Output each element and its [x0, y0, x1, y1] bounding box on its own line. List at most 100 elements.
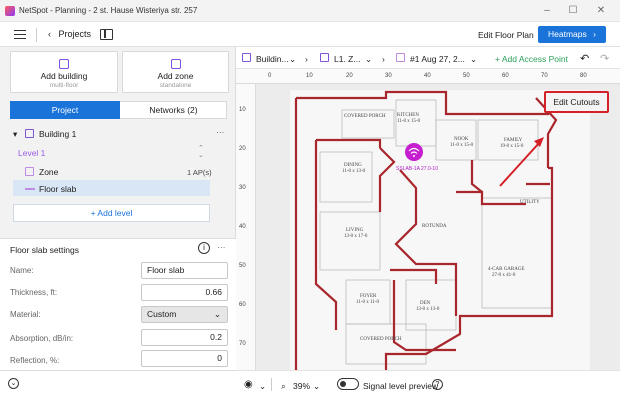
- room-label: COVERED PORCH: [360, 337, 402, 342]
- ruler-x-tick: 30: [385, 73, 392, 79]
- ruler-x-tick: 40: [424, 73, 431, 79]
- more-options-icon[interactable]: ···: [216, 127, 225, 137]
- ruler-y-tick: 50: [239, 263, 246, 269]
- access-point-label: SSLAB-1A 27.0-10: [396, 166, 438, 172]
- ruler-y-tick: 60: [239, 302, 246, 308]
- chevron-down-icon[interactable]: ⌄: [365, 54, 372, 65]
- room-dims: 13-0 x 13-0: [416, 307, 440, 312]
- tree-zone-label[interactable]: Zone: [39, 167, 58, 177]
- level-stepper-icon[interactable]: ⌃ ⌄: [198, 145, 204, 159]
- undo-icon[interactable]: ↶: [580, 52, 589, 65]
- visibility-eye-icon[interactable]: ◉: [244, 379, 253, 390]
- ruler-y-tick: 20: [239, 146, 246, 152]
- zone-icon: [170, 59, 181, 69]
- breadcrumb-separator-icon: ›: [305, 54, 308, 64]
- room-dims: 13-0 x 17-0: [344, 234, 368, 239]
- zoom-level[interactable]: 39%: [293, 381, 310, 391]
- add-building-label: Add building: [40, 71, 88, 81]
- sidebar-toggle-icon[interactable]: [100, 29, 113, 40]
- ruler-x-tick: 50: [463, 73, 470, 79]
- settings-title: Floor slab settings: [10, 245, 79, 255]
- edit-cutouts-button[interactable]: Edit Cutouts: [544, 91, 609, 113]
- room-label: DEN: [420, 301, 431, 306]
- ruler-x-tick: 60: [502, 73, 509, 79]
- tree-building-label[interactable]: Building 1: [39, 129, 76, 139]
- absorption-field[interactable]: 0.2: [141, 329, 228, 346]
- floor-slab-icon: [25, 188, 35, 190]
- add-access-point-button[interactable]: + Add Access Point: [495, 54, 568, 64]
- room-dims: 19-0 x 15-0: [500, 144, 524, 149]
- tab-networks[interactable]: Networks (2): [120, 101, 227, 119]
- redo-icon[interactable]: ↷: [600, 52, 609, 65]
- breadcrumb-snapshot[interactable]: #1 Aug 27, 2...: [410, 54, 465, 64]
- room-label: COVERED PORCH: [344, 114, 386, 119]
- material-dropdown[interactable]: Custom ⌄: [141, 306, 228, 323]
- floor-plan-canvas[interactable]: COVERED PORCH KITCHEN 11-0 x 15-0 NOOK 1…: [256, 84, 620, 370]
- reflection-field[interactable]: 0: [141, 350, 228, 367]
- chevron-down-icon[interactable]: ⌄: [470, 54, 477, 65]
- room-dims: 11-0 x 15-0: [397, 119, 421, 124]
- room-label: DINING: [344, 163, 362, 168]
- room-label: KITCHEN: [397, 113, 419, 118]
- help-icon[interactable]: ?: [432, 379, 443, 390]
- chevron-down-icon[interactable]: ⌄: [313, 381, 320, 392]
- status-divider: [271, 378, 272, 391]
- ruler-y-tick: 10: [239, 107, 246, 113]
- edit-floor-plan-button[interactable]: Edit Floor Plan: [478, 30, 534, 40]
- room-dims: 11-0 x 11-0: [356, 300, 379, 305]
- material-label: Material:: [10, 310, 41, 319]
- projects-button[interactable]: ‹ Projects: [48, 29, 91, 39]
- room-label: NOOK: [454, 137, 469, 142]
- access-point-icon[interactable]: [405, 143, 423, 161]
- ruler-y-tick: 30: [239, 185, 246, 191]
- building-icon: [242, 53, 251, 62]
- room-label: FAMILY: [504, 138, 523, 143]
- thickness-field[interactable]: 0.66: [141, 284, 228, 301]
- add-building-button[interactable]: Add building multi-floor: [10, 51, 118, 93]
- signal-preview-label: Signal level preview: [363, 381, 439, 391]
- tree-level-label[interactable]: Level 1: [18, 148, 45, 158]
- room-dims: 27-0 x 41-0: [492, 273, 516, 278]
- tree-floor-slab-label: Floor slab: [39, 184, 77, 194]
- absorption-label: Absorption, dB/in:: [10, 334, 74, 343]
- signal-preview-toggle[interactable]: [337, 378, 359, 390]
- maximize-button[interactable]: ☐: [566, 4, 580, 18]
- heatmaps-label: Heatmaps: [548, 29, 587, 39]
- breadcrumb-separator-icon: ›: [382, 54, 385, 64]
- ruler-y-tick: 40: [239, 224, 246, 230]
- chevron-down-icon: ⌄: [213, 309, 221, 319]
- ruler-x-tick: 20: [346, 73, 353, 79]
- breadcrumb-building[interactable]: Buildin...: [256, 54, 289, 64]
- chevron-down-icon[interactable]: ⌄: [259, 381, 266, 392]
- room-label: 4-CAR GARAGE: [488, 267, 525, 272]
- info-icon[interactable]: i: [198, 242, 210, 254]
- minimize-button[interactable]: –: [540, 4, 554, 18]
- menu-icon[interactable]: [14, 30, 26, 39]
- collapse-panel-icon[interactable]: ⌄: [8, 378, 19, 389]
- level-icon: [320, 53, 329, 62]
- thickness-label: Thickness, ft:: [10, 288, 58, 297]
- snapshot-icon: [396, 53, 405, 62]
- name-field[interactable]: Floor slab: [141, 262, 228, 279]
- tab-project[interactable]: Project: [10, 101, 120, 119]
- material-value: Custom: [147, 309, 177, 319]
- room-dims: 11-0 x 13-0: [342, 169, 366, 174]
- room-label: LIVING: [346, 228, 364, 233]
- collapse-icon[interactable]: ▾: [13, 129, 17, 140]
- app-logo-icon: [5, 6, 15, 16]
- zone-ap-count: 1 AP(s): [187, 168, 212, 177]
- heatmaps-button[interactable]: Heatmaps ›: [538, 26, 606, 43]
- breadcrumb-level[interactable]: L1. Z...: [334, 54, 360, 64]
- ruler-x-tick: 80: [580, 73, 587, 79]
- add-level-button[interactable]: + Add level: [13, 204, 210, 222]
- room-dims: 11-0 x 15-0: [450, 143, 474, 148]
- toolbar-divider: [36, 28, 37, 42]
- window-title: NetSpot - Planning - 2 st. Hause Wisteri…: [19, 6, 198, 15]
- chevron-down-icon[interactable]: ⌄: [289, 54, 296, 65]
- reflection-label: Reflection, %:: [10, 356, 60, 365]
- add-zone-button[interactable]: Add zone standalone: [122, 51, 229, 93]
- settings-more-icon[interactable]: ···: [217, 242, 226, 252]
- projects-label: Projects: [58, 29, 92, 39]
- close-button[interactable]: ✕: [594, 4, 608, 18]
- floor-plan-drawing: COVERED PORCH KITCHEN 11-0 x 15-0 NOOK 1…: [256, 84, 620, 370]
